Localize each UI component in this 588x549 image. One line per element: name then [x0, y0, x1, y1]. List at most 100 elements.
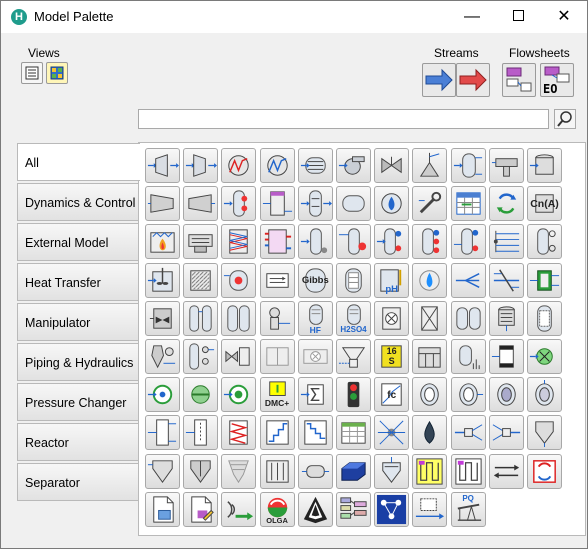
- tab-separator[interactable]: Separator: [17, 463, 138, 501]
- search-input[interactable]: [138, 109, 549, 129]
- column-pump-button[interactable]: [297, 224, 333, 260]
- dual-circle-button[interactable]: [221, 377, 257, 413]
- spreadsheet-button[interactable]: [450, 186, 486, 222]
- gibbs-reactor-button[interactable]: Gibbs: [297, 262, 333, 298]
- blue-drop-button[interactable]: [412, 415, 448, 451]
- compressor-button[interactable]: [183, 148, 219, 183]
- signal-arrow-button[interactable]: [221, 491, 257, 527]
- column-condenser-button[interactable]: [527, 224, 562, 260]
- manifold-button[interactable]: [488, 224, 524, 260]
- network-button[interactable]: [374, 491, 410, 527]
- column-chart-button[interactable]: [488, 339, 524, 374]
- filter-right-button[interactable]: [450, 377, 486, 413]
- column-button[interactable]: [297, 186, 333, 222]
- boiler-grey-button[interactable]: [297, 339, 333, 374]
- crusher-button[interactable]: [145, 339, 180, 374]
- dmc-plus-button[interactable]: DMC+: [259, 377, 295, 413]
- reactor-sequence-button[interactable]: [221, 262, 257, 298]
- coalescer-button[interactable]: [488, 300, 524, 336]
- compressor-unit-button[interactable]: ▸◂: [145, 300, 180, 336]
- tab-dynamics-control[interactable]: Dynamics & Control: [17, 183, 138, 221]
- staircase-button[interactable]: [259, 415, 295, 451]
- cyclone-button[interactable]: [488, 377, 524, 413]
- energy-stream-button[interactable]: [456, 63, 490, 97]
- double-column-button[interactable]: [221, 300, 257, 336]
- pq-pumpjack-button[interactable]: PQ: [450, 491, 486, 527]
- tab-manipulator[interactable]: Manipulator: [17, 303, 138, 341]
- fired-heater-button[interactable]: [145, 224, 180, 260]
- valve-train-button[interactable]: [221, 339, 257, 374]
- snake-yellow-button[interactable]: [412, 453, 448, 489]
- tab-external-model[interactable]: External Model: [17, 223, 138, 261]
- hf-acid-button[interactable]: HF: [297, 300, 333, 336]
- spreadsheet-green-button[interactable]: [336, 415, 371, 451]
- split-flow-button[interactable]: [450, 415, 486, 451]
- title-bar[interactable]: H Model Palette — ✕: [1, 1, 587, 33]
- dual-tank-button[interactable]: [450, 300, 486, 336]
- document-edit-button[interactable]: [183, 491, 219, 527]
- cross-reactor-button[interactable]: [374, 300, 410, 336]
- cone-mixer-button[interactable]: [183, 453, 219, 489]
- grey-valve-button[interactable]: [259, 339, 295, 374]
- dotted-column-button[interactable]: [183, 415, 219, 451]
- recycle-button[interactable]: [488, 186, 524, 222]
- cylinder-button[interactable]: [297, 453, 333, 489]
- column-feed-button[interactable]: [221, 186, 257, 222]
- material-stream-button[interactable]: [422, 63, 456, 97]
- search-button[interactable]: [554, 109, 576, 129]
- grid-view-button[interactable]: [46, 62, 68, 84]
- refluxed-absorber-button[interactable]: [450, 224, 486, 260]
- bar-separator-button[interactable]: [450, 339, 486, 374]
- fc-curve-button[interactable]: fc: [374, 377, 410, 413]
- cone-grey-button[interactable]: [221, 453, 257, 489]
- hopper-button[interactable]: [336, 339, 371, 374]
- minimize-button[interactable]: —: [449, 1, 495, 33]
- distillation-column-button[interactable]: [374, 224, 410, 260]
- controller-circle-button[interactable]: [145, 377, 180, 413]
- shell-tube-exchanger-button[interactable]: [297, 148, 333, 183]
- cooler-fan-button[interactable]: [183, 224, 219, 260]
- mixer-reactor-button[interactable]: [145, 262, 180, 298]
- expander-button[interactable]: [145, 148, 180, 183]
- hydrocyclone-button[interactable]: [527, 377, 562, 413]
- crystallizer-button[interactable]: [374, 453, 410, 489]
- tab-reactor[interactable]: Reactor: [17, 423, 138, 461]
- three-phase-column-button[interactable]: [412, 224, 448, 260]
- pipe-segment-button[interactable]: [259, 262, 295, 298]
- burner-button[interactable]: [374, 186, 410, 222]
- flowchart-button[interactable]: [336, 491, 371, 527]
- close-button[interactable]: ✕: [541, 1, 587, 33]
- funnel-button[interactable]: [527, 415, 562, 451]
- document-button[interactable]: [145, 491, 180, 527]
- separator-button[interactable]: [450, 148, 486, 183]
- tall-column-button[interactable]: [145, 415, 180, 451]
- flow-tank-button[interactable]: [412, 339, 448, 374]
- tab-heat-transfer[interactable]: Heat Transfer: [17, 263, 138, 301]
- dotted-block-button[interactable]: [412, 491, 448, 527]
- balance-button[interactable]: [488, 262, 524, 298]
- green-cross-button[interactable]: [527, 339, 562, 374]
- pipe-fitting-button[interactable]: [259, 300, 295, 336]
- merge-flow-button[interactable]: [488, 415, 524, 451]
- splitter-button[interactable]: [450, 262, 486, 298]
- node-star-button[interactable]: [374, 415, 410, 451]
- relief-valve-button[interactable]: [412, 148, 448, 183]
- tray-section-button[interactable]: [259, 186, 295, 222]
- packed-bed-button[interactable]: [412, 300, 448, 336]
- tab-all[interactable]: All: [17, 143, 140, 181]
- shield-button[interactable]: [297, 491, 333, 527]
- maximize-button[interactable]: [495, 1, 541, 33]
- recycle-red-button[interactable]: [527, 453, 562, 489]
- tab-pressure-changer[interactable]: Pressure Changer: [17, 383, 138, 421]
- reboiled-absorber-button[interactable]: [336, 224, 371, 260]
- sixteen-s-button[interactable]: 16 S: [374, 339, 410, 374]
- ph-control-button[interactable]: pH: [374, 262, 410, 298]
- sigma-box-button[interactable]: [297, 377, 333, 413]
- flow-circle-button[interactable]: [183, 377, 219, 413]
- tee-button[interactable]: [488, 148, 524, 183]
- exchange-arrows-button[interactable]: [488, 453, 524, 489]
- pump-button[interactable]: [336, 148, 371, 183]
- filter-left-button[interactable]: [412, 377, 448, 413]
- plate-exchanger-button[interactable]: [221, 224, 257, 260]
- filter-bank-button[interactable]: [259, 453, 295, 489]
